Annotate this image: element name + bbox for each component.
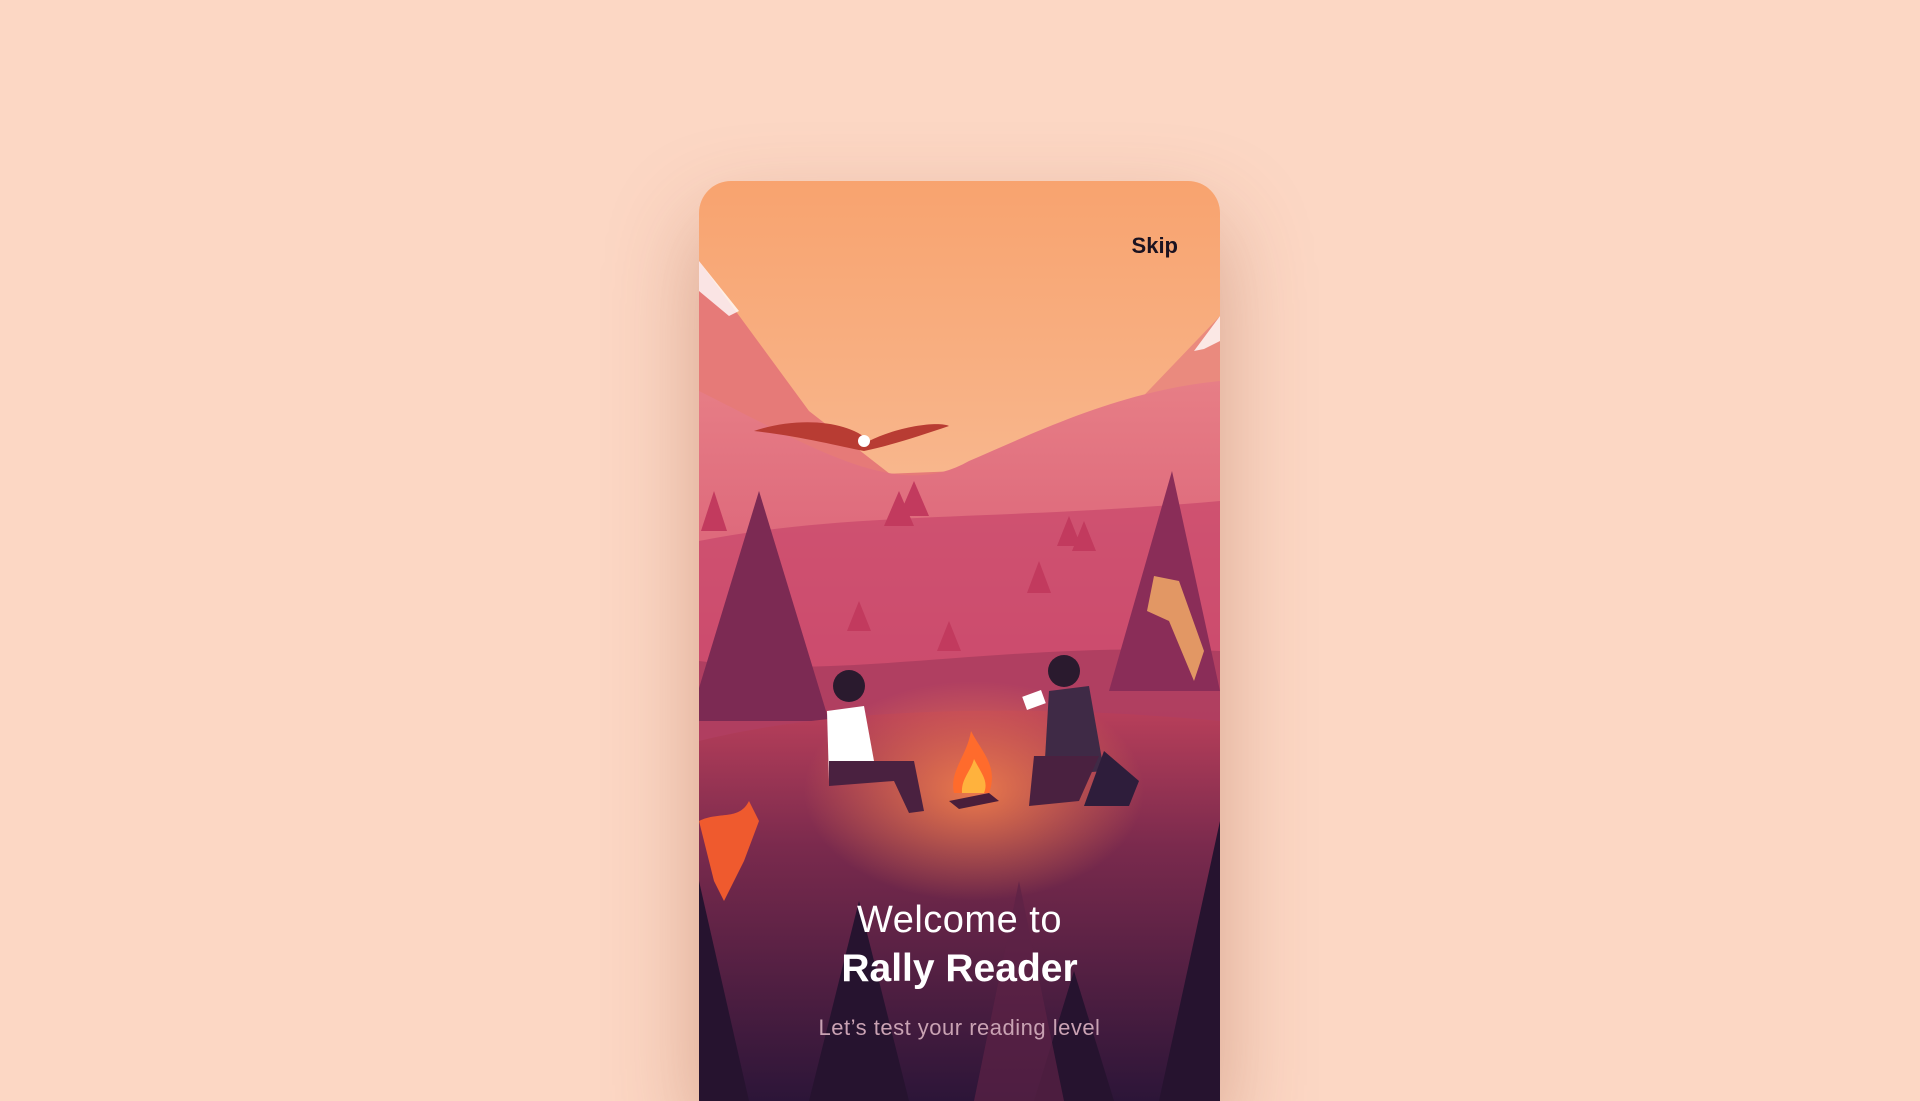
skip-button[interactable]: Skip [1132,233,1178,259]
app-name-heading: Rally Reader [841,947,1078,990]
phone-screen: Skip Welcome to Rally Reader Let’s test … [699,181,1220,1101]
welcome-heading: Welcome to [857,899,1062,941]
welcome-subtitle: Let’s test your reading level [818,1015,1101,1040]
